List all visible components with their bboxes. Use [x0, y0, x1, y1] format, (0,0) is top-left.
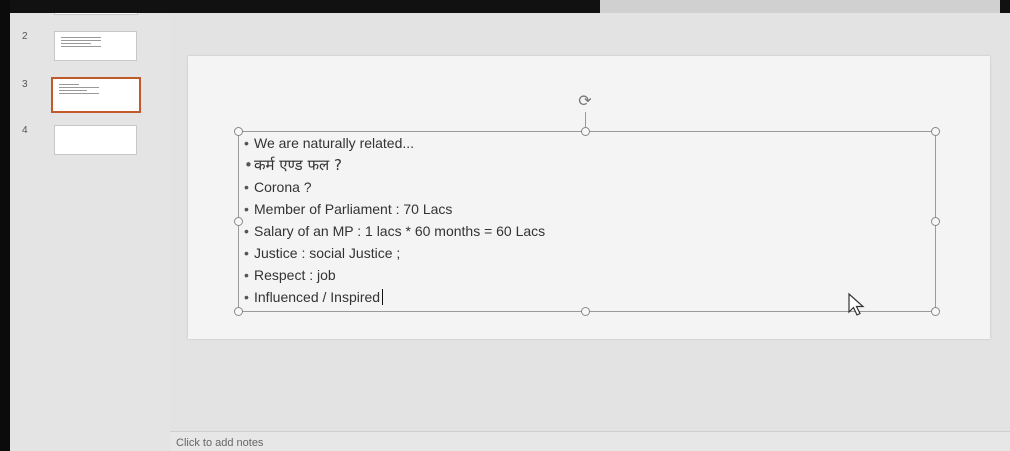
- slide-thumbnail-pane: 2 3 4: [10, 13, 170, 451]
- slide-thumbnail-4[interactable]: [54, 125, 137, 155]
- thumbnail-number-4: 4: [22, 125, 28, 136]
- resize-handle-bottom-right[interactable]: [931, 307, 940, 316]
- thumbnail-number-2: 2: [22, 31, 28, 42]
- bullet-item: Justice : social Justice ;: [244, 242, 804, 264]
- resize-handle-top-right[interactable]: [931, 127, 940, 136]
- slide-thumbnail-3[interactable]: [51, 77, 141, 113]
- mouse-pointer-icon: [848, 292, 865, 316]
- resize-handle-bottom-left[interactable]: [234, 307, 243, 316]
- bullet-list[interactable]: We are naturally related... कर्म एण्ड फल…: [244, 132, 804, 308]
- notes-pane[interactable]: Click to add notes: [170, 431, 1010, 451]
- bullet-item: Member of Parliament : 70 Lacs: [244, 198, 804, 220]
- bullet-item: Respect : job: [244, 264, 804, 286]
- rotate-connector: [585, 112, 586, 127]
- notes-placeholder: Click to add notes: [176, 437, 264, 449]
- rotate-handle-icon[interactable]: ⟳: [576, 92, 594, 110]
- top-bar-segment: [600, 0, 1000, 13]
- slide-thumbnail-1[interactable]: [54, 13, 138, 15]
- bullet-item: We are naturally related...: [244, 132, 804, 154]
- top-bar: [0, 0, 1010, 13]
- left-edge: [0, 0, 10, 451]
- resize-handle-right[interactable]: [931, 217, 940, 226]
- thumbnail-number-3: 3: [22, 79, 28, 90]
- bullet-item: Corona ?: [244, 176, 804, 198]
- slide-thumbnail-2[interactable]: [54, 31, 137, 61]
- bullet-item: Influenced / Inspired: [244, 286, 804, 308]
- thumbnail-content: [59, 84, 99, 96]
- thumbnail-content: [61, 37, 101, 49]
- resize-handle-bottom[interactable]: [581, 307, 590, 316]
- text-cursor: [382, 289, 384, 305]
- bullet-item: Salary of an MP : 1 lacs * 60 months = 6…: [244, 220, 804, 242]
- bullet-item: कर्म एण्ड फल ?: [244, 154, 804, 176]
- resize-handle-top-left[interactable]: [234, 127, 243, 136]
- resize-handle-left[interactable]: [234, 217, 243, 226]
